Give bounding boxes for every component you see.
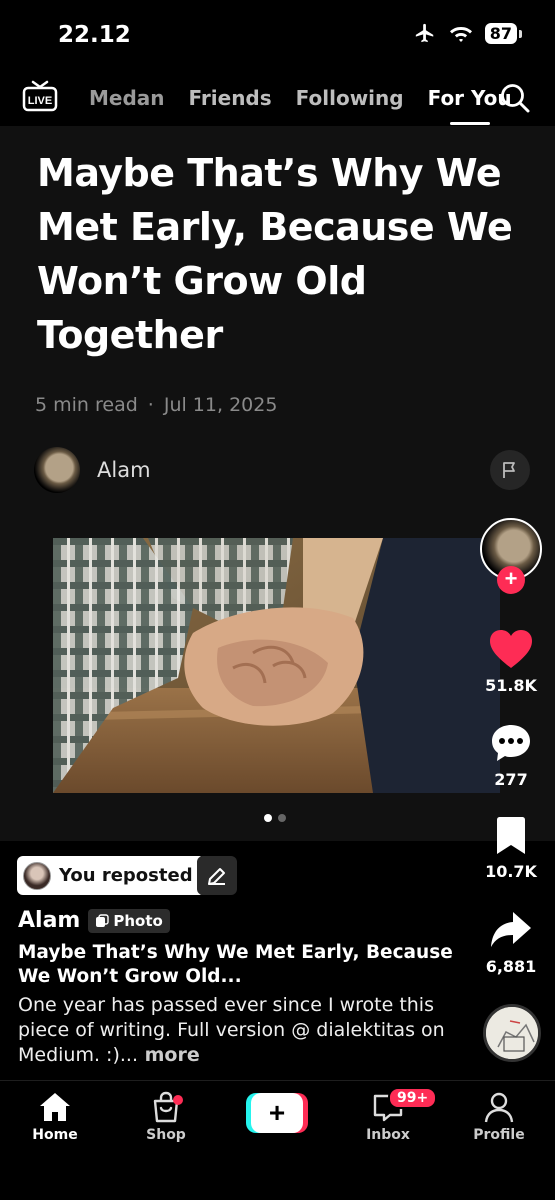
see-more-link[interactable]: more (138, 1044, 200, 1066)
follow-button[interactable]: + (497, 566, 525, 594)
sound-disc[interactable] (483, 1004, 541, 1062)
create-button[interactable]: + (246, 1093, 308, 1133)
share-count: 6,881 (485, 957, 537, 976)
photo-icon (96, 913, 110, 927)
nav-inbox[interactable]: 99+ Inbox (343, 1087, 438, 1143)
holding-hands-image (53, 538, 500, 793)
article-author: Alam (34, 447, 151, 493)
live-tv-icon[interactable]: LIVE (22, 80, 58, 112)
feed-tabs: Medan Friends Following For You (89, 86, 512, 125)
flag-icon (490, 450, 530, 490)
nav-shop-label: Shop (146, 1127, 186, 1143)
photo-badge-label: Photo (113, 911, 163, 930)
nav-shop[interactable]: Shop (121, 1091, 211, 1143)
search-icon[interactable] (499, 82, 531, 114)
top-navigation: LIVE Medan Friends Following For You (0, 76, 555, 126)
comment-icon (492, 725, 530, 761)
tab-medan[interactable]: Medan (89, 86, 165, 110)
wifi-icon (449, 27, 472, 42)
comment-count: 277 (494, 770, 528, 789)
publish-date: Jul 11, 2025 (163, 394, 278, 416)
caption-title: Maybe That’s Why We Met Early, Because W… (18, 942, 453, 987)
carousel-dot (278, 814, 286, 822)
repost-chip[interactable]: You reposted (17, 856, 205, 895)
status-time: 22.12 (58, 22, 131, 48)
live-label: LIVE (28, 95, 52, 107)
tab-friends[interactable]: Friends (189, 86, 272, 110)
inbox-badge: 99+ (388, 1087, 438, 1109)
article-meta: 5 min read · Jul 11, 2025 (35, 394, 277, 416)
like-button[interactable]: 51.8K (476, 628, 546, 695)
home-icon (40, 1093, 70, 1121)
airplane-mode-icon (415, 23, 433, 43)
nav-profile[interactable]: Profile (454, 1091, 544, 1143)
status-bar: 22.12 87 (0, 0, 555, 70)
author-avatar (34, 447, 80, 493)
caption-description-text: One year has passed ever since I wrote t… (18, 994, 445, 1066)
carousel-indicator (264, 814, 286, 822)
plus-icon: + (251, 1093, 303, 1133)
photo-badge: Photo (88, 908, 170, 933)
nav-home[interactable]: Home (10, 1091, 100, 1143)
caption-author[interactable]: Alam (18, 908, 80, 933)
article-title: Maybe That’s Why We Met Early, Because W… (37, 151, 513, 357)
nav-inbox-label: Inbox (366, 1127, 410, 1143)
heart-icon (490, 630, 532, 668)
bookmark-icon (497, 817, 525, 854)
pencil-icon (208, 867, 225, 885)
post-photo (53, 538, 500, 793)
battery-indicator: 87 (484, 22, 523, 44)
author-name: Alam (97, 458, 151, 482)
read-time: 5 min read (35, 394, 138, 416)
user-avatar (23, 861, 51, 890)
bookmark-button[interactable]: 10.7K (476, 816, 546, 881)
share-button[interactable]: 6,881 (476, 909, 546, 976)
edit-repost-button[interactable] (197, 856, 237, 895)
meta-separator: · (147, 394, 154, 416)
shop-notification-dot (173, 1095, 183, 1105)
status-icons: 87 (413, 22, 523, 44)
nav-home-label: Home (32, 1127, 78, 1143)
caption-author-row: Alam Photo (18, 908, 170, 933)
carousel-dot-active (264, 814, 272, 822)
tab-following[interactable]: Following (296, 86, 404, 110)
share-arrow-icon (491, 912, 531, 947)
caption-description: One year has passed ever since I wrote t… (18, 993, 468, 1068)
like-count: 51.8K (485, 676, 537, 695)
repost-label: You reposted (59, 865, 193, 886)
comment-button[interactable]: 277 (476, 722, 546, 789)
profile-icon (484, 1092, 514, 1123)
sound-cover-art (486, 1007, 538, 1059)
save-count: 10.7K (485, 862, 537, 881)
nav-profile-label: Profile (473, 1127, 525, 1143)
post-content[interactable]: Maybe That’s Why We Met Early, Because W… (0, 126, 555, 841)
bottom-navigation: Home Shop + 99+ Inbox Profile (0, 1080, 555, 1200)
